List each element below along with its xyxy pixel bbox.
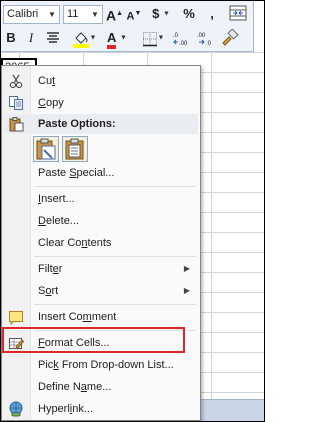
grow-font-button[interactable]: A▲ — [106, 4, 123, 24]
menu-item-delete[interactable]: Delete... — [4, 210, 198, 232]
borders-icon — [142, 31, 157, 46]
menu-item-label: Sort — [38, 285, 59, 297]
font-size-combo[interactable]: 11 ▼ — [63, 5, 103, 24]
cut-icon — [10, 74, 22, 88]
menu-item-pick-from-dropdown[interactable]: Pick From Drop-down List... — [4, 354, 198, 376]
menu-item-copy[interactable]: Copy — [4, 92, 198, 114]
center-align-icon — [47, 32, 59, 43]
menu-item-insert-comment[interactable]: Insert Comment — [4, 306, 198, 328]
center-align-button[interactable] — [45, 30, 61, 46]
currency-button[interactable]: $ ▼ — [151, 4, 171, 24]
increase-decimal-icon: .0 .00 — [173, 33, 188, 47]
format-cells-highlight-box — [2, 327, 185, 353]
mini-toolbar: Calibri ▼ 11 ▼ A▲ A▼ $ ▼ % , B I ▼ A ▼ ▼… — [1, 1, 254, 52]
menu-item-label: Cut — [38, 75, 56, 87]
italic-button[interactable]: I — [25, 28, 37, 48]
menu-item-define-name[interactable]: Define Name... — [4, 376, 198, 398]
menu-item-label: Paste Special... — [38, 167, 115, 179]
font-size-value: 11 — [67, 8, 79, 20]
menu-item-insert[interactable]: Insert... — [4, 188, 198, 210]
merge-center-icon — [229, 5, 247, 21]
format-painter-icon — [222, 28, 239, 46]
svg-text:.0: .0 — [173, 33, 179, 39]
menu-item-label: Insert Comment — [38, 311, 117, 323]
menu-item-label: Define Name... — [38, 381, 112, 393]
svg-text:.0: .0 — [206, 41, 212, 46]
menu-separator — [34, 256, 196, 257]
menu-item-filter[interactable]: Filter ▶ — [4, 258, 198, 280]
copy-icon — [9, 96, 23, 110]
paste-keep-formatting-icon — [36, 138, 56, 160]
fill-color-icon — [72, 31, 89, 48]
percent-button[interactable]: % — [181, 4, 197, 24]
menu-item-label: Insert... — [38, 193, 75, 205]
insert-comment-icon — [9, 311, 23, 325]
decrease-decimal-icon: .00 .0 — [197, 33, 212, 47]
decrease-decimal-button[interactable]: .00 .0 — [197, 30, 217, 47]
fill-color-button[interactable]: ▼ — [69, 28, 99, 48]
submenu-arrow-icon: ▶ — [183, 286, 190, 295]
submenu-arrow-icon: ▶ — [183, 264, 190, 273]
menu-separator — [34, 304, 196, 305]
menu-item-label: Filter — [38, 263, 63, 275]
bold-button[interactable]: B — [4, 28, 18, 48]
menu-separator — [34, 186, 196, 187]
menu-item-sort[interactable]: Sort ▶ — [4, 280, 198, 302]
chevron-down-icon[interactable]: ▼ — [46, 7, 58, 22]
menu-item-hyperlink[interactable]: Hyperlink... — [4, 398, 198, 420]
font-color-button[interactable]: A ▼ — [103, 28, 131, 49]
svg-text:.00: .00 — [197, 33, 206, 39]
menu-item-label: Copy — [38, 97, 64, 109]
font-name-value: Calibri — [7, 8, 39, 20]
paste-options-header: Paste Options: — [4, 114, 198, 134]
increase-decimal-button[interactable]: .0 .00 — [173, 30, 193, 47]
menu-item-label: Hyperlink... — [38, 403, 94, 415]
chevron-down-icon[interactable]: ▼ — [89, 7, 101, 22]
merge-center-button[interactable] — [229, 5, 247, 21]
menu-item-clear-contents[interactable]: Clear Contents — [4, 232, 198, 254]
excel-window: 2065 Calibri ▼ 11 ▼ A▲ A▼ $ ▼ % , — [0, 0, 265, 422]
paste-values-icon — [65, 138, 84, 160]
font-name-combo[interactable]: Calibri ▼ — [3, 5, 60, 24]
shrink-font-button[interactable]: A▼ — [126, 4, 142, 24]
format-painter-button[interactable] — [221, 28, 239, 47]
comma-style-button[interactable]: , — [206, 4, 218, 24]
context-menu: Cut Copy Paste Options: Paste Special...… — [1, 65, 201, 421]
menu-item-label: Pick From Drop-down List... — [38, 359, 174, 371]
hyperlink-icon — [9, 401, 23, 417]
svg-text:.00: .00 — [179, 41, 188, 46]
paste-icon — [9, 117, 24, 132]
menu-item-cut[interactable]: Cut — [4, 70, 198, 92]
menu-item-label: Clear Contents — [38, 237, 112, 249]
borders-button[interactable]: ▼ — [139, 28, 167, 48]
menu-item-label: Delete... — [38, 215, 79, 227]
paste-keep-formatting-button[interactable] — [33, 136, 59, 162]
sheet-scroll-area[interactable] — [197, 399, 264, 421]
menu-item-paste-special[interactable]: Paste Special... — [4, 162, 198, 184]
paste-values-button[interactable] — [62, 136, 88, 162]
